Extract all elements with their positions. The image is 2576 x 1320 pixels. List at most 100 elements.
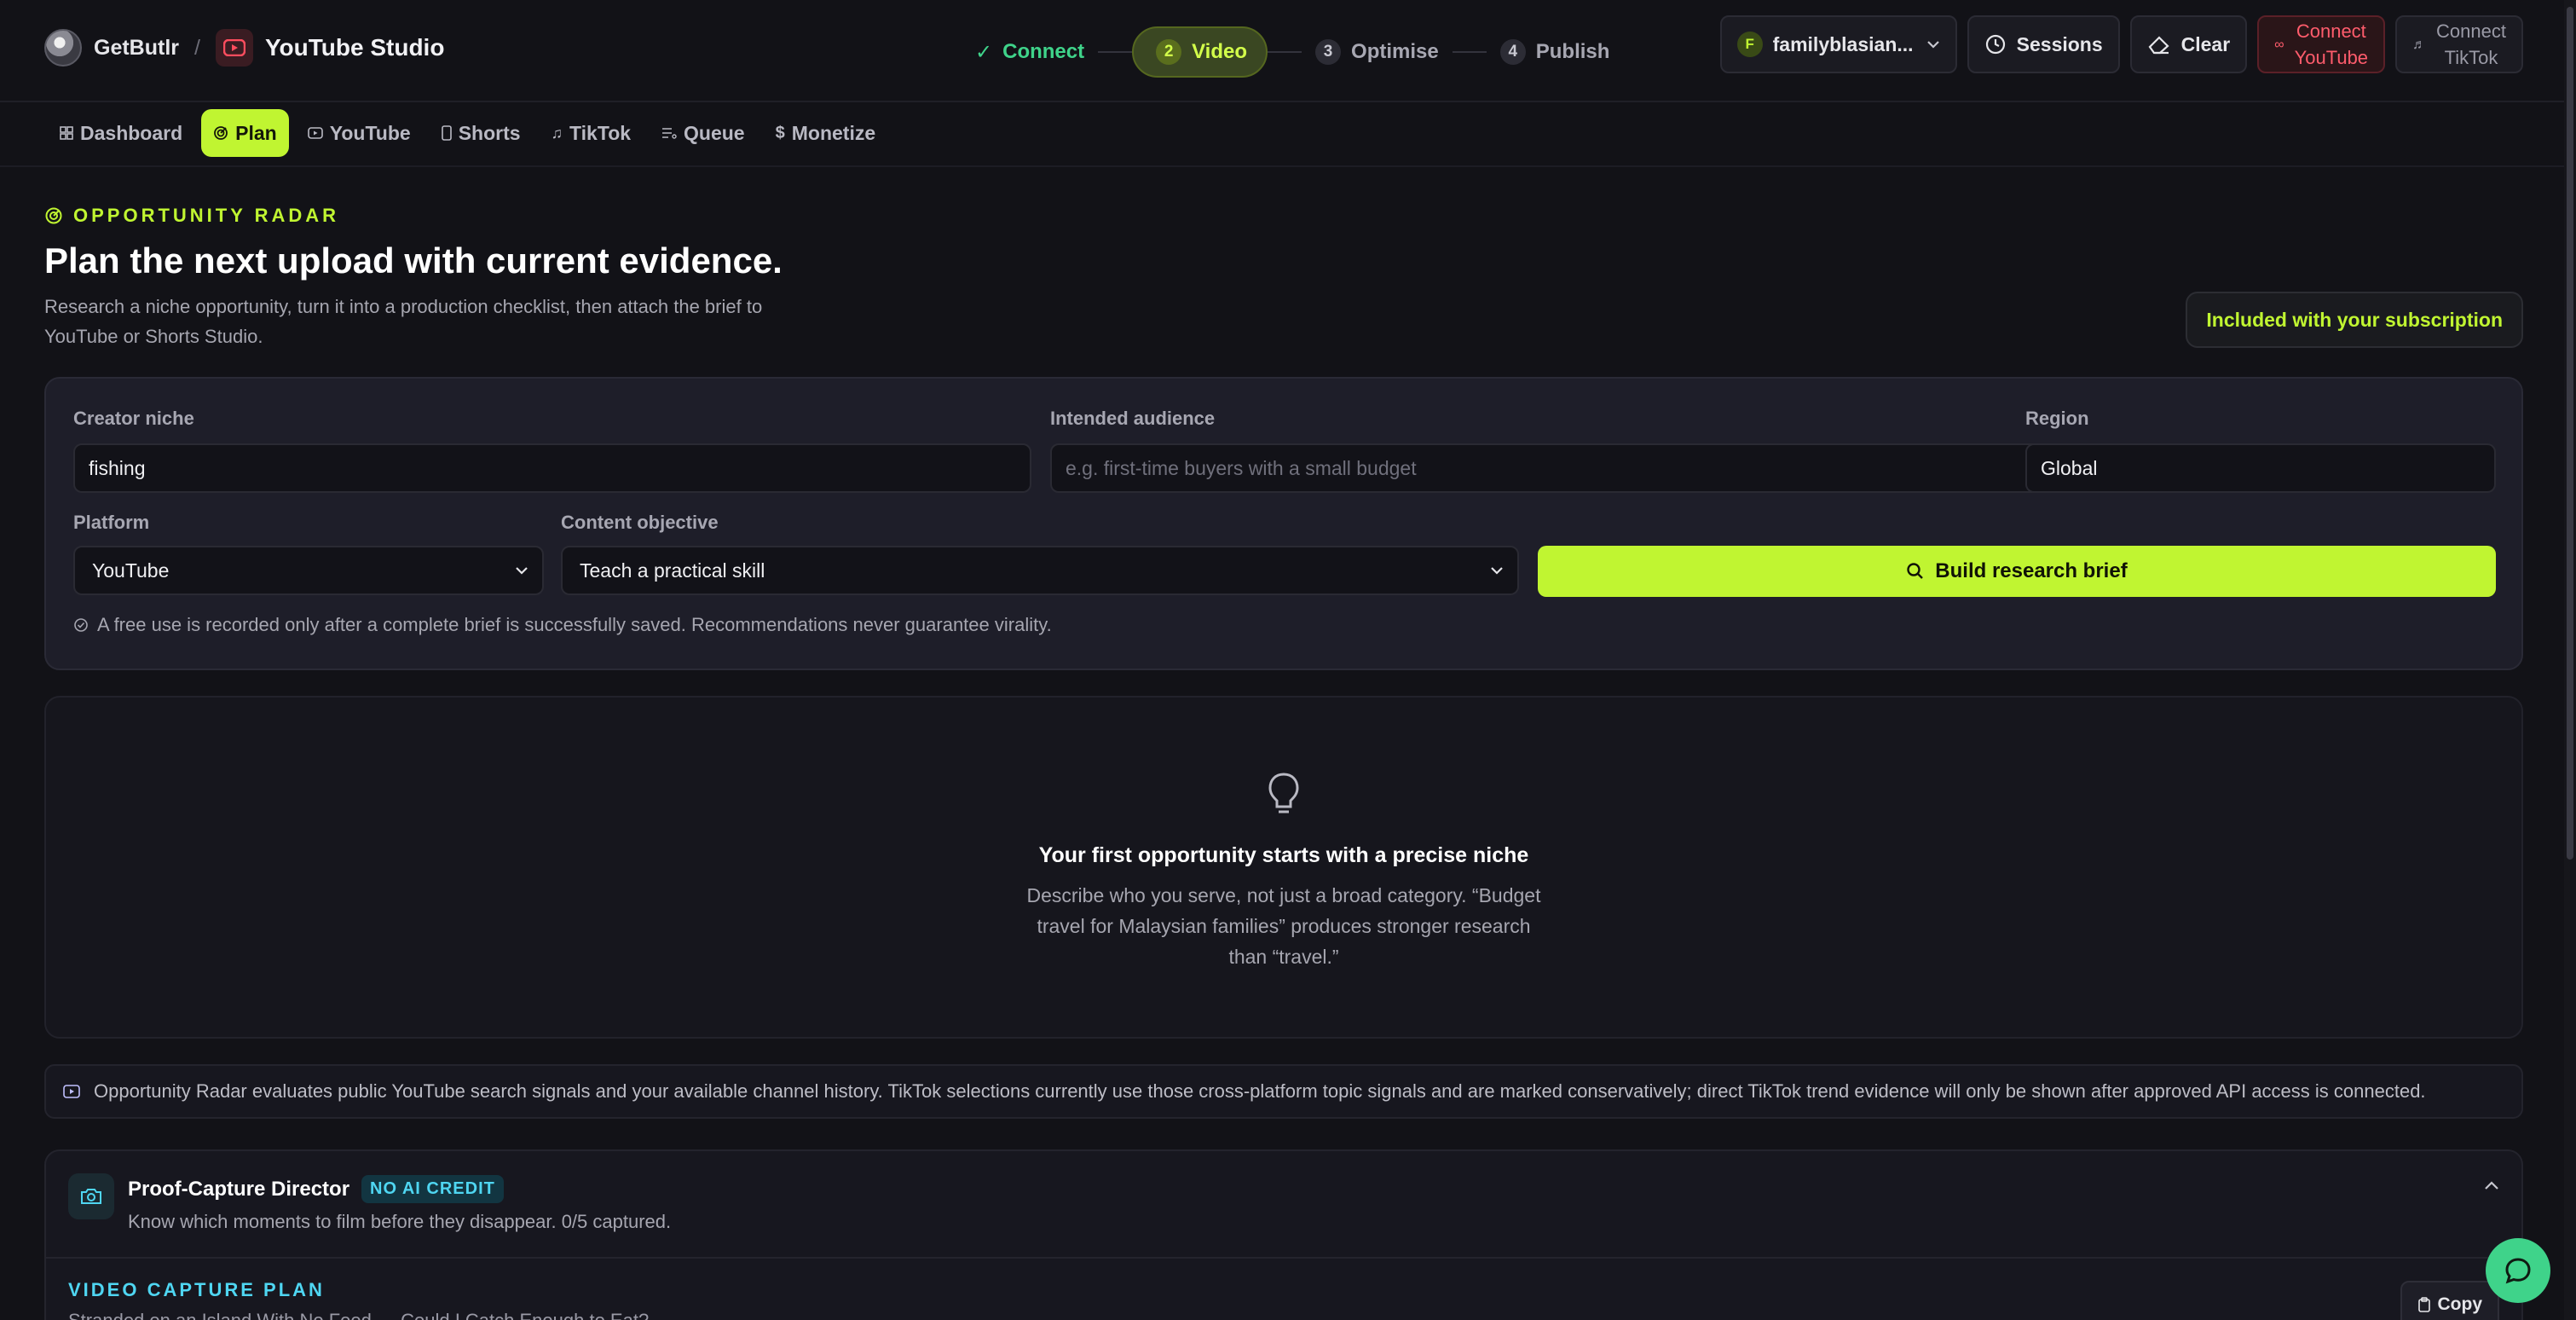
audience-input[interactable]: e.g. first-time buyers with a small budg… [1050, 443, 2051, 493]
chevron-down-icon [1491, 567, 1503, 575]
eyebrow-label: OPPORTUNITY RADAR [73, 205, 340, 226]
usage-note: A free use is recorded only after a comp… [73, 614, 1052, 636]
step-number: 4 [1499, 39, 1526, 65]
step-label: Optimise [1351, 40, 1439, 63]
search-icon [1907, 563, 1924, 579]
proof-title: Proof-Capture Director NO AI CREDIT [128, 1175, 504, 1203]
youtube-icon [215, 29, 253, 67]
music-note-icon: ♬ [2412, 37, 2427, 52]
account-name: familyblasian... [1772, 32, 1914, 55]
chevron-down-icon [1926, 41, 1939, 49]
list-icon [662, 128, 677, 139]
breadcrumb-separator: / [194, 35, 200, 60]
connect-youtube-button[interactable]: ∞ Connect YouTube [2257, 15, 2386, 73]
workflow-stepper: ✓ Connect 2 Video 3 Optimise 4 Publish [962, 26, 1623, 78]
main-nav: Dashboard Plan YouTube Shorts ♫ TikTok Q… [48, 109, 887, 157]
sessions-button[interactable]: Sessions [1967, 15, 2120, 73]
tab-label: Dashboard [80, 121, 183, 144]
tab-label: Monetize [791, 121, 876, 144]
niche-input[interactable]: fishing [73, 443, 1031, 493]
connect-tiktok-button[interactable]: ♬ Connect TikTok [2395, 15, 2523, 73]
tab-label: TikTok [569, 121, 632, 144]
build-brief-label: Build research brief [1935, 559, 2128, 582]
proof-title-text: Proof-Capture Director [128, 1177, 350, 1201]
page-title: Plan the next upload with current eviden… [44, 240, 783, 281]
scrollbar-track[interactable] [2564, 0, 2576, 1320]
account-selector[interactable]: F familyblasian... [1719, 15, 1957, 73]
studio-name: YouTube Studio [264, 34, 445, 61]
clear-label: Clear [2180, 32, 2231, 55]
tab-plan[interactable]: Plan [201, 109, 289, 157]
youtube-icon [307, 127, 323, 139]
step-connector [1268, 51, 1302, 53]
link-icon: ∞ [2274, 37, 2284, 52]
grid-icon [60, 126, 73, 140]
chat-bubble-icon [2505, 1258, 2531, 1284]
info-text: Opportunity Radar evaluates public YouTu… [94, 1080, 2426, 1102]
copy-label: Copy [2437, 1294, 2483, 1314]
region-label: Region [2025, 408, 2089, 429]
research-form: Creator niche fishing Intended audience … [44, 377, 2523, 670]
chevron-up-icon[interactable] [2484, 1180, 2499, 1190]
empty-state: Your first opportunity starts with a pre… [44, 696, 2523, 1039]
scrollbar-thumb[interactable] [2567, 7, 2573, 860]
region-input[interactable]: Global [2025, 443, 2496, 493]
capture-plan-title: Stranded on an Island With No Food — Cou… [68, 1310, 649, 1320]
platform-select[interactable]: YouTube [73, 546, 544, 595]
lightbulb-icon [1268, 773, 1299, 813]
platform-value: YouTube [92, 559, 170, 582]
objective-label: Content objective [561, 512, 719, 533]
empty-description: Describe who you serve, not just a broad… [1026, 884, 1541, 968]
tab-dashboard[interactable]: Dashboard [48, 109, 194, 157]
objective-value: Teach a practical skill [580, 559, 765, 582]
copy-button[interactable]: Copy [2400, 1281, 2499, 1320]
tab-youtube[interactable]: YouTube [296, 109, 423, 157]
step-video[interactable]: 2 Video [1132, 26, 1268, 78]
step-optimise[interactable]: 3 Optimise [1302, 26, 1453, 78]
history-icon [1985, 34, 2005, 55]
clipboard-icon [2417, 1297, 2430, 1312]
tab-label: YouTube [329, 121, 411, 144]
top-bar: GetButlr / YouTube Studio ✓ Connect 2 Vi… [0, 0, 2576, 102]
no-ai-credit-badge: NO AI CREDIT [361, 1175, 504, 1203]
audience-label: Intended audience [1050, 408, 1216, 429]
brand[interactable]: GetButlr / YouTube Studio [44, 29, 444, 67]
tab-label: Plan [235, 121, 277, 144]
step-number: 3 [1315, 39, 1342, 65]
section-eyebrow: OPPORTUNITY RADAR [44, 205, 339, 227]
eraser-icon [2148, 36, 2169, 55]
checkmark-icon: ✓ [975, 40, 993, 64]
tab-shorts[interactable]: Shorts [430, 109, 533, 157]
connect-tiktok-line1: Connect [2436, 20, 2506, 42]
step-publish[interactable]: 4 Publish [1487, 26, 1624, 78]
chat-button[interactable] [2486, 1238, 2550, 1303]
tab-queue[interactable]: Queue [650, 109, 757, 157]
tab-monetize[interactable]: $ Monetize [764, 109, 888, 157]
radar-icon [45, 207, 62, 224]
step-connect[interactable]: ✓ Connect [962, 26, 1098, 78]
phone-icon [441, 125, 452, 141]
divider [46, 1257, 2521, 1259]
top-actions: F familyblasian... Sessions Clear ∞ Conn… [1719, 15, 2523, 73]
camera-icon [68, 1173, 114, 1219]
nav-divider [0, 165, 2576, 167]
step-connector [1452, 51, 1487, 53]
brand-name: GetButlr [94, 35, 179, 60]
objective-select[interactable]: Teach a practical skill [561, 546, 1519, 595]
tab-tiktok[interactable]: ♫ TikTok [540, 109, 644, 157]
proof-subtitle: Know which moments to film before they d… [128, 1211, 672, 1232]
proof-capture-panel: Proof-Capture Director NO AI CREDIT Know… [44, 1149, 2523, 1320]
build-brief-button[interactable]: Build research brief [1538, 546, 2496, 597]
chevron-down-icon [516, 567, 528, 575]
connect-tiktok-line2: TikTok [2444, 47, 2498, 68]
butler-logo-icon [44, 29, 82, 67]
clear-button[interactable]: Clear [2129, 15, 2248, 73]
music-note-icon: ♫ [551, 124, 563, 142]
usage-note-text: A free use is recorded only after a comp… [97, 614, 1052, 635]
step-connector [1098, 51, 1133, 53]
capture-plan-heading: VIDEO CAPTURE PLAN [68, 1279, 325, 1300]
dollar-icon: $ [775, 123, 785, 142]
step-label: Publish [1535, 40, 1610, 63]
info-bar: Opportunity Radar evaluates public YouTu… [44, 1064, 2523, 1119]
youtube-icon [63, 1085, 80, 1098]
